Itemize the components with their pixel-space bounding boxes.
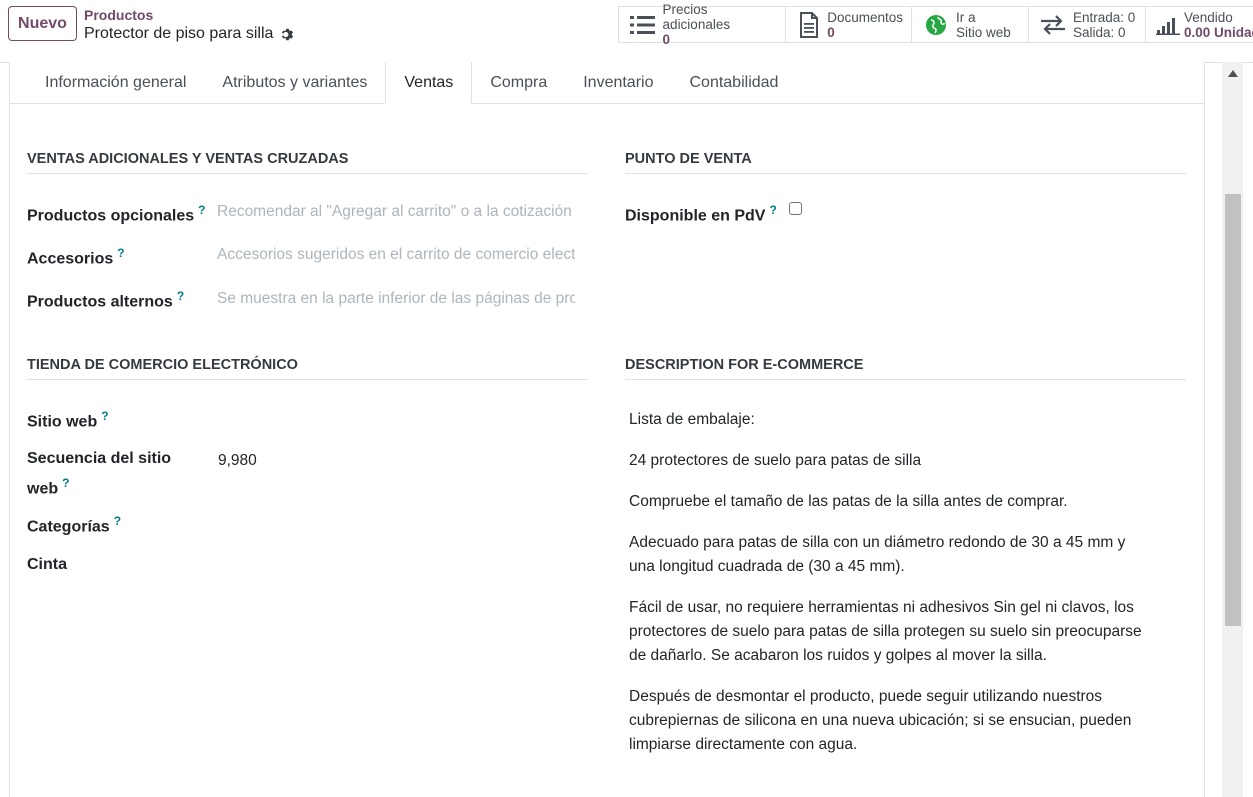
document-icon — [796, 11, 821, 38]
record-title: Protector de piso para silla — [84, 25, 295, 43]
ecommerce-description-editor[interactable]: Lista de embalaje: 24 protectores de sue… — [629, 408, 1149, 774]
tab-purchase[interactable]: Compra — [472, 62, 565, 104]
description-paragraph: Lista de embalaje: — [629, 411, 755, 428]
help-icon[interactable]: ? — [198, 203, 205, 217]
globe-icon — [922, 13, 950, 37]
gear-icon[interactable] — [280, 27, 295, 42]
tab-sales[interactable]: Ventas — [385, 62, 473, 104]
upsell-section-title: VENTAS ADICIONALES Y VENTAS CRUZADAS — [27, 151, 588, 174]
documents-button[interactable]: Documentos 0 — [786, 7, 912, 42]
website-sequence-label: Secuencia del sitio web? — [27, 447, 171, 501]
alternative-products-label-text: Productos alternos — [27, 293, 173, 311]
help-icon[interactable]: ? — [62, 476, 69, 490]
help-icon[interactable]: ? — [769, 203, 776, 217]
tab-accounting[interactable]: Contabilidad — [671, 62, 796, 104]
go-to-website-button[interactable]: Ir a Sitio web — [912, 7, 1029, 42]
control-panel: Nuevo Productos Protector de piso para s… — [0, 0, 1253, 63]
pos-section-title: PUNTO DE VENTA — [625, 151, 1186, 174]
list-icon — [629, 13, 657, 37]
ribbon-label: Cinta — [27, 556, 67, 573]
available-in-pos-label-text: Disponible en PdV — [625, 207, 766, 225]
help-icon[interactable]: ? — [177, 289, 184, 303]
accessories-label: Accesorios? — [27, 241, 125, 271]
documents-label: Documentos — [827, 9, 903, 25]
website-sequence-input[interactable]: 9,980 — [218, 452, 257, 470]
categories-label: Categorías? — [27, 509, 121, 539]
description-paragraph: 24 protectores de suelo para patas de si… — [629, 452, 922, 469]
scroll-up-arrow-icon[interactable] — [1228, 70, 1238, 77]
new-button[interactable]: Nuevo — [8, 6, 77, 41]
optional-products-label: Productos opcionales? — [27, 198, 205, 228]
sold-label: Vendido — [1184, 9, 1233, 25]
extra-prices-button[interactable]: Precios adicionales 0 — [619, 2, 786, 47]
tab-general-information[interactable]: Información general — [27, 62, 204, 104]
help-icon[interactable]: ? — [114, 514, 121, 528]
help-icon[interactable]: ? — [117, 246, 124, 260]
bar-chart-icon — [1156, 13, 1180, 37]
ribbon-field[interactable] — [217, 556, 575, 578]
categories-field[interactable] — [217, 512, 575, 534]
incoming-label: Entrada: 0 — [1073, 9, 1136, 25]
website-sequence-label-line1: Secuencia del sitio — [27, 450, 172, 467]
available-in-pos-label: Disponible en PdV? — [625, 198, 777, 228]
tab-inventory[interactable]: Inventario — [565, 62, 671, 104]
extra-prices-count: 0 — [662, 32, 671, 47]
alternative-products-input[interactable]: Se muestra en la parte inferior de las p… — [217, 290, 575, 308]
website-field[interactable] — [217, 406, 575, 428]
description-paragraph: Después de desmontar el producto, puede … — [629, 688, 1132, 753]
in-out-button[interactable]: Entrada: 0 Salida: 0 — [1029, 7, 1146, 42]
alternative-products-label: Productos alternos? — [27, 284, 184, 314]
website-label: Sitio web? — [27, 404, 109, 434]
accessories-input[interactable]: Accesorios sugeridos en el carrito de co… — [217, 246, 575, 264]
description-paragraph: Compruebe el tamaño de las patas de la s… — [629, 493, 1068, 510]
smart-buttons: Precios adicionales 0 Documentos 0 Ir a Sit… — [618, 2, 1253, 47]
notebook-tabs: Información general Atributos y variante… — [9, 62, 1204, 104]
website-label-text: Sitio web — [27, 413, 98, 431]
outgoing-label: Salida: 0 — [1073, 24, 1126, 40]
sold-value: 0.00 Unidades — [1184, 24, 1253, 40]
categories-label-text: Categorías — [27, 518, 110, 536]
description-paragraph: Adecuado para patas de silla con un diám… — [629, 534, 1126, 575]
description-paragraph: Fácil de usar, no requiere herramientas … — [629, 599, 1142, 664]
sold-button[interactable]: Vendido0.00 Unidades — [1146, 7, 1253, 42]
website-line1: Ir a — [956, 9, 976, 25]
website-sequence-label-line2: web — [27, 480, 59, 498]
help-icon[interactable]: ? — [101, 409, 108, 423]
available-in-pos-checkbox[interactable] — [789, 202, 802, 215]
scrollbar-thumb[interactable] — [1225, 194, 1241, 626]
accessories-label-text: Accesorios — [27, 250, 114, 268]
ecommerce-section-title: TIENDA DE COMERCIO ELECTRÓNICO — [27, 357, 588, 380]
description-section-title: DESCRIPTION FOR E-COMMERCE — [625, 357, 1186, 380]
record-title-text: Protector de piso para silla — [84, 25, 274, 42]
transfer-icon — [1039, 13, 1067, 37]
documents-count: 0 — [827, 24, 835, 40]
optional-products-label-text: Productos opcionales — [27, 207, 195, 225]
website-line2: Sitio web — [956, 24, 1011, 40]
optional-products-input[interactable]: Recomendar al "Agregar al carrito" o a l… — [217, 203, 575, 221]
breadcrumb-productos[interactable]: Productos — [84, 7, 153, 23]
extra-prices-label: Precios adicionales — [662, 2, 731, 32]
tab-attributes-variants[interactable]: Atributos y variantes — [204, 62, 385, 104]
